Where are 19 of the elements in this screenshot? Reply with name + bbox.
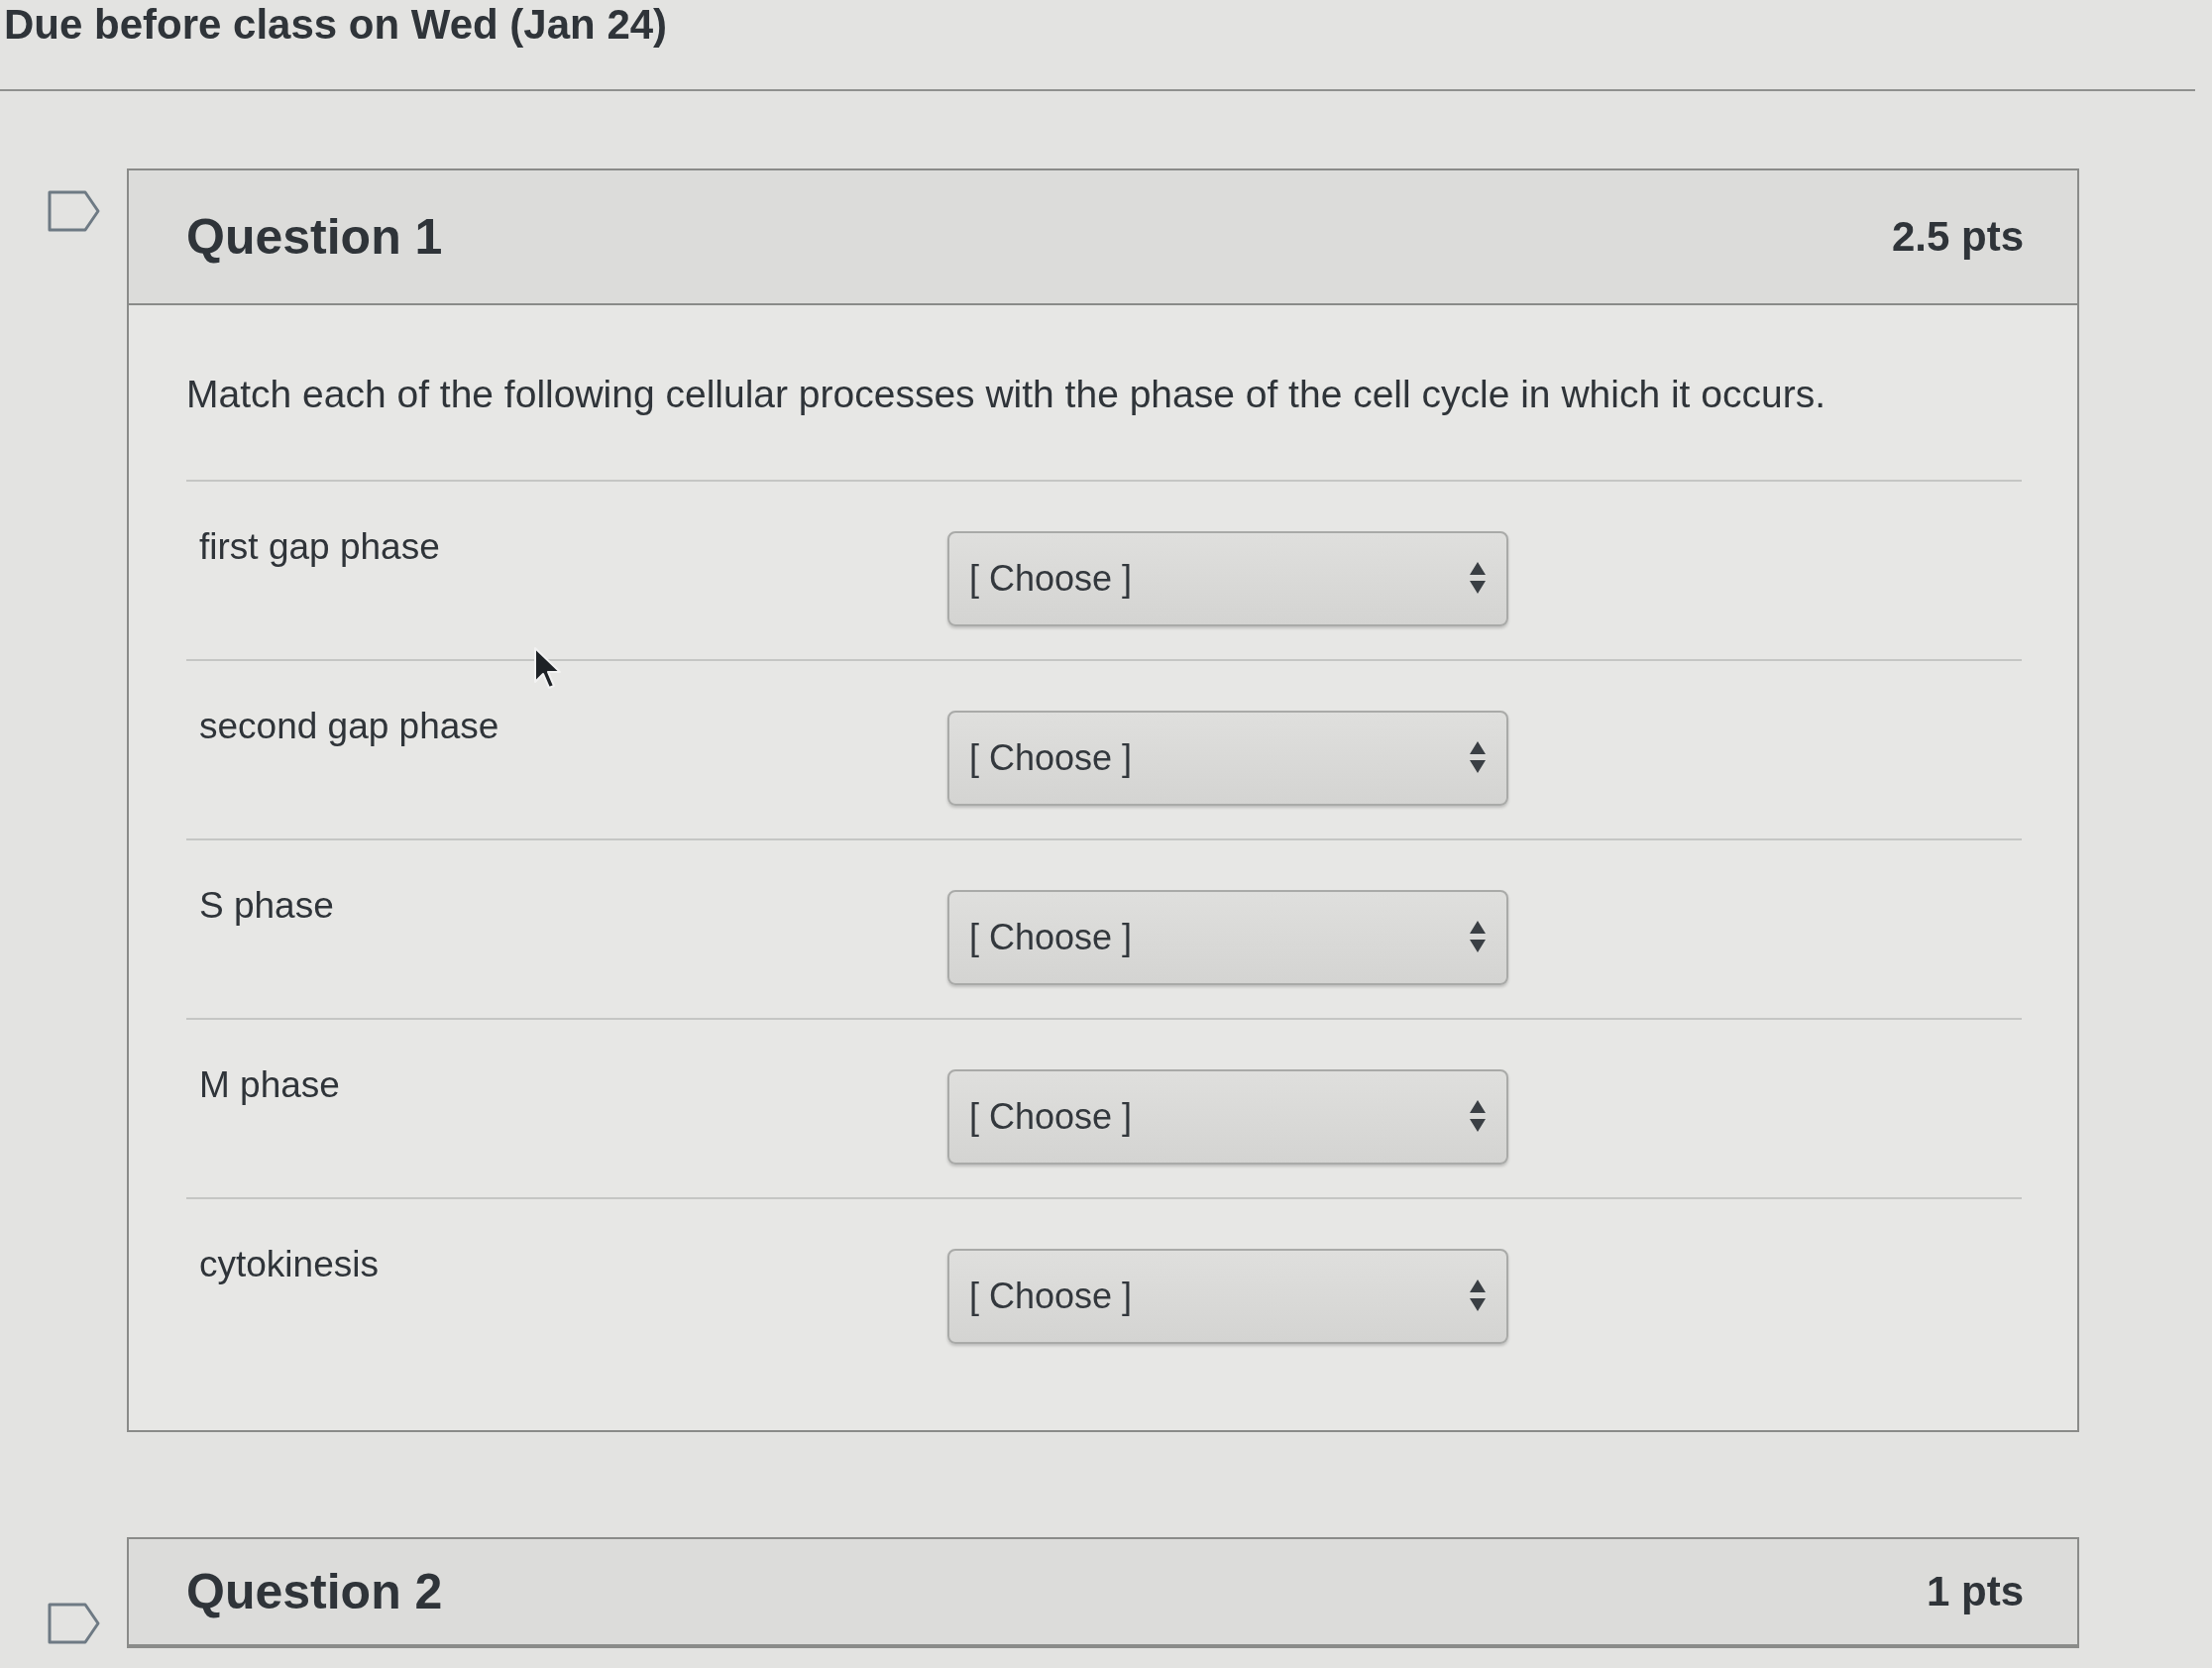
match-label: cytokinesis	[199, 1243, 380, 1286]
bookmark-icon[interactable]	[48, 190, 101, 232]
question-points: 1 pts	[1926, 1568, 2024, 1615]
match-label: second gap phase	[199, 705, 500, 748]
question-prompt: Match each of the following cellular processes with the phase of the cell cycle in which it occurs.	[186, 371, 2022, 482]
question-title: Question 2	[186, 1563, 443, 1620]
bookmark-icon[interactable]	[48, 1603, 101, 1644]
due-date-heading: Due before class on Wed (Jan 24)	[4, 0, 668, 50]
answer-dropdown[interactable]: [ Choose ]	[947, 890, 1508, 985]
mouse-pointer-icon	[533, 646, 563, 692]
match-label: S phase	[199, 884, 335, 928]
answer-dropdown[interactable]: [ Choose ]	[947, 531, 1508, 626]
match-label: first gap phase	[199, 525, 441, 569]
match-label: M phase	[199, 1063, 341, 1107]
answer-dropdown[interactable]: [ Choose ]	[947, 1249, 1508, 1344]
answer-dropdown[interactable]: [ Choose ]	[947, 1069, 1508, 1165]
answer-dropdown[interactable]: [ Choose ]	[947, 711, 1508, 806]
question-title: Question 1	[186, 208, 443, 266]
question-points: 2.5 pts	[1891, 213, 2024, 261]
